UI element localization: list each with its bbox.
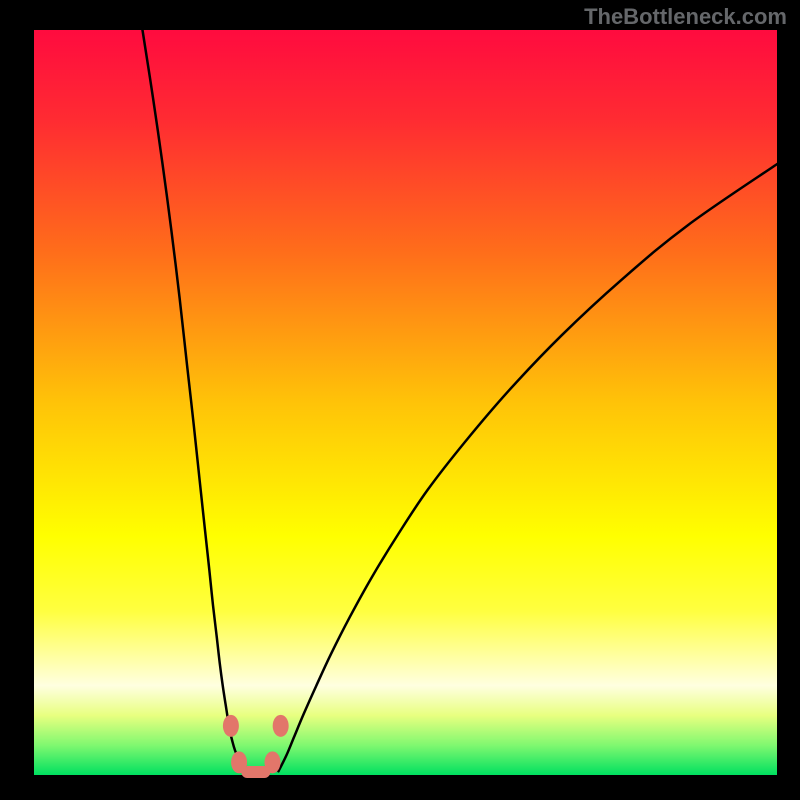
marker-3 <box>265 751 281 773</box>
chart-frame: TheBottleneck.com <box>0 0 800 800</box>
watermark-text: TheBottleneck.com <box>584 4 787 30</box>
chart-svg <box>0 0 800 800</box>
marker-2 <box>231 751 247 773</box>
marker-1 <box>273 715 289 737</box>
marker-0 <box>223 715 239 737</box>
gradient-background <box>34 30 777 775</box>
